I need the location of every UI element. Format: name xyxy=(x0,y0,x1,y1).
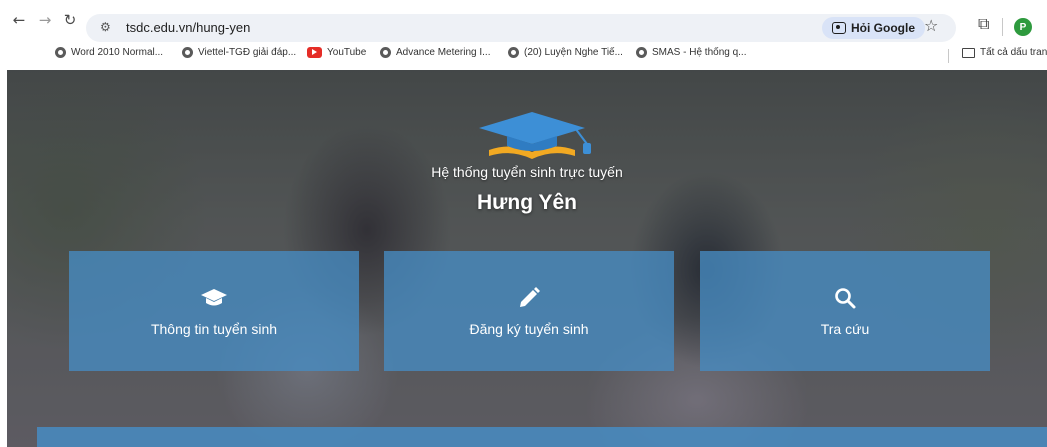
admission-info-tile[interactable]: Thông tin tuyển sinh xyxy=(69,251,359,371)
bookmark-label: (20) Luyện Nghe Tiế... xyxy=(524,47,623,58)
lookup-tile[interactable]: Tra cứu xyxy=(700,251,990,371)
all-bookmarks-label: Tất cả dấu tran xyxy=(980,47,1047,58)
hero-subtitle: Hệ thống tuyển sinh trực tuyến xyxy=(431,164,623,180)
globe-icon xyxy=(182,47,193,58)
reload-icon[interactable]: ↻ xyxy=(60,10,80,30)
bookmarks-divider xyxy=(948,49,949,63)
bookmark-star-icon[interactable]: ☆ xyxy=(924,16,938,35)
forward-icon[interactable]: → xyxy=(35,10,55,30)
admission-register-tile[interactable]: Đăng ký tuyển sinh xyxy=(384,251,674,371)
hero-title: Hưng Yên xyxy=(477,191,577,214)
youtube-icon xyxy=(307,47,322,58)
bookmark-item[interactable]: YouTube xyxy=(307,47,366,58)
bookmark-item[interactable]: Viettel-TGĐ giải đáp... xyxy=(182,47,296,58)
browser-toolbar: ← → ↻ ⚙ tsdc.edu.vn/hung-yen Hỏi Google … xyxy=(0,0,1047,42)
profile-avatar[interactable]: P xyxy=(1014,18,1032,36)
bookmark-item[interactable]: Word 2010 Normal... xyxy=(55,47,163,58)
bookmark-item[interactable]: SMAS - Hệ thống q... xyxy=(636,47,747,58)
tile-label: Thông tin tuyển sinh xyxy=(150,321,278,337)
folder-icon xyxy=(962,47,975,58)
bookmark-item[interactable]: Advance Metering I... xyxy=(380,47,491,58)
toolbar-divider xyxy=(1002,18,1003,36)
globe-icon xyxy=(636,47,647,58)
globe-icon xyxy=(380,47,391,58)
bookmark-label: Word 2010 Normal... xyxy=(71,47,164,58)
site-info-icon[interactable]: ⚙ xyxy=(100,20,111,34)
bookmark-label: Viettel-TGĐ giải đáp... xyxy=(198,47,297,58)
back-icon[interactable]: ← xyxy=(9,10,29,30)
tile-label: Đăng ký tuyển sinh xyxy=(469,321,589,337)
all-bookmarks-folder[interactable]: Tất cả dấu tran xyxy=(962,47,1047,58)
hero-section: Hệ thống tuyển sinh trực tuyến Hưng Yên … xyxy=(7,70,1047,447)
search-icon xyxy=(833,285,857,311)
bookmarks-bar: Word 2010 Normal... Viettel-TGĐ giải đáp… xyxy=(0,44,1047,66)
ask-google-label: Hỏi Google xyxy=(851,21,915,35)
globe-icon xyxy=(55,47,66,58)
section-bar xyxy=(37,427,1047,447)
extensions-icon[interactable]: ⧉ xyxy=(978,14,989,34)
graduation-cap-logo-icon xyxy=(479,112,591,159)
bookmark-label: Advance Metering I... xyxy=(396,47,491,58)
bookmark-item[interactable]: (20) Luyện Nghe Tiế... xyxy=(508,47,623,58)
url-text[interactable]: tsdc.edu.vn/hung-yen xyxy=(126,20,250,35)
bookmark-label: YouTube xyxy=(327,47,367,58)
lens-icon xyxy=(832,22,846,34)
address-bar[interactable]: ⚙ tsdc.edu.vn/hung-yen Hỏi Google ☆ xyxy=(86,14,956,42)
tile-label: Tra cứu xyxy=(820,321,870,337)
ask-google-button[interactable]: Hỏi Google xyxy=(822,17,925,39)
graduation-cap-icon xyxy=(200,285,228,311)
globe-icon xyxy=(508,47,519,58)
pencil-icon xyxy=(517,285,541,311)
bookmark-label: SMAS - Hệ thống q... xyxy=(652,47,747,58)
